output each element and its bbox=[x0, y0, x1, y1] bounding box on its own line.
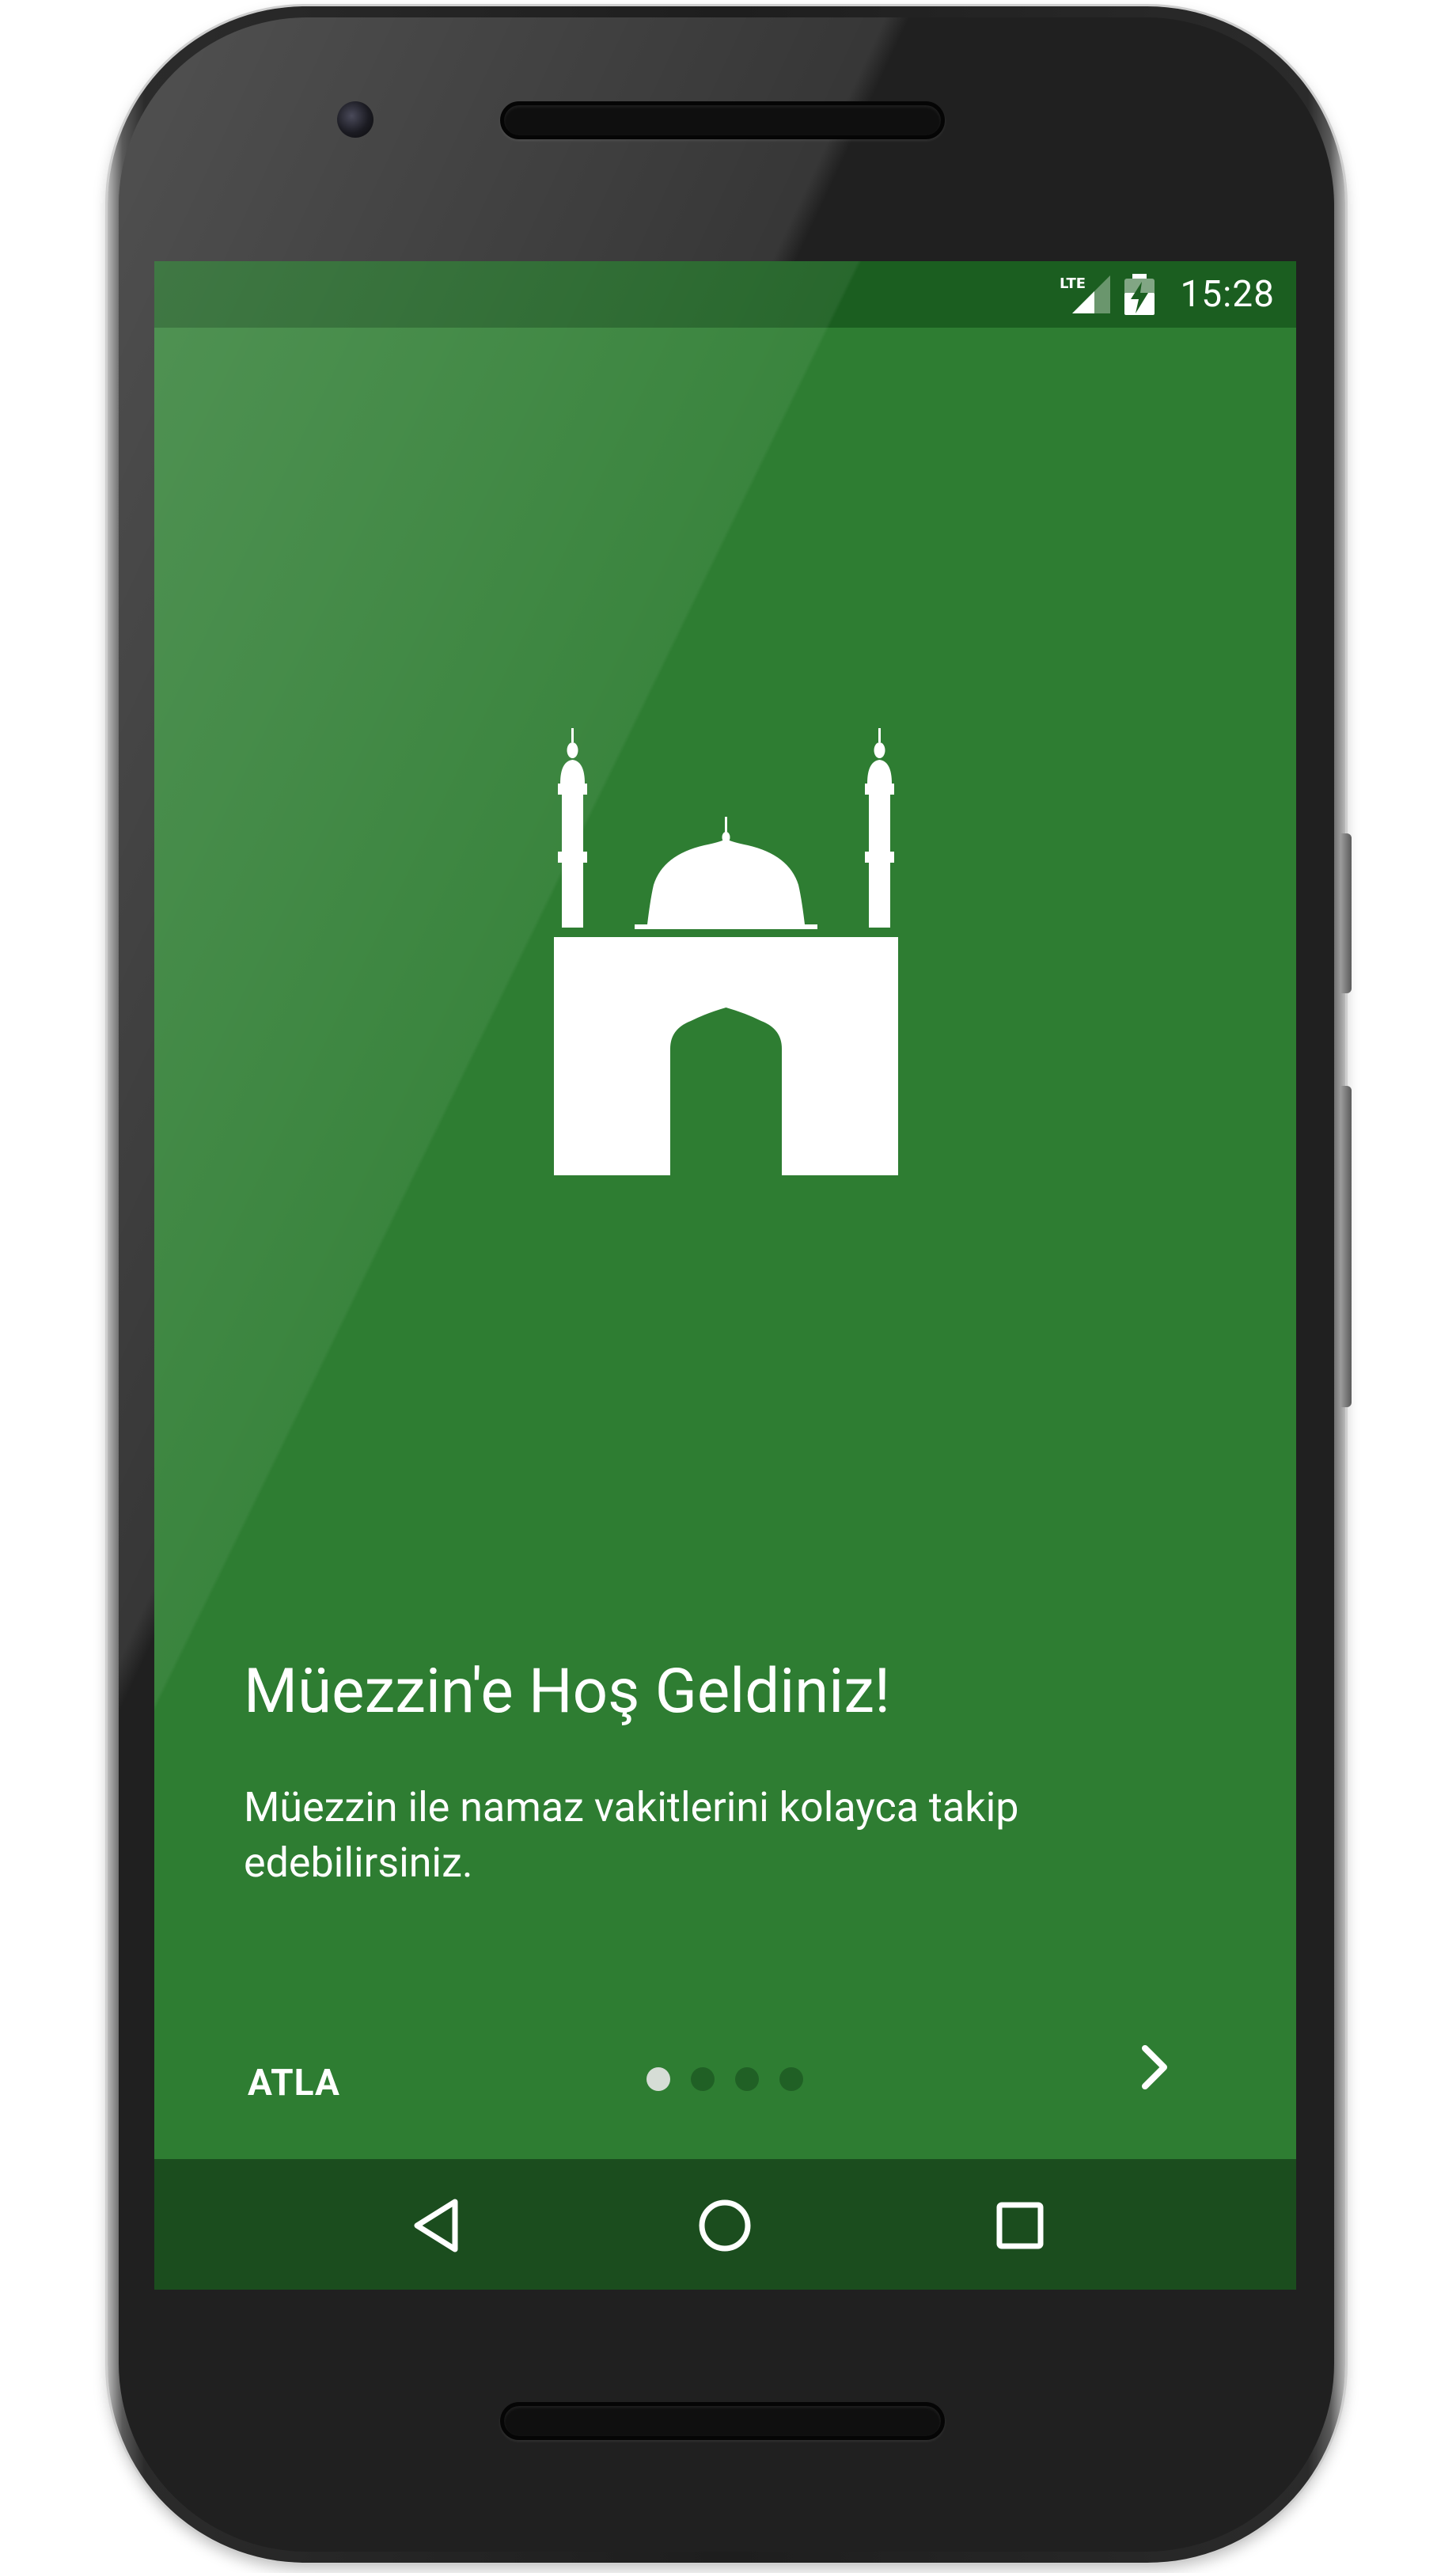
status-bar: LTE 15:28 bbox=[154, 261, 1296, 328]
chevron-right-icon[interactable] bbox=[1120, 2032, 1189, 2102]
app-screen: LTE 15:28 Müezzin'e Hoş Geldiniz! Müezzi… bbox=[154, 261, 1296, 2290]
volume-button bbox=[1340, 1086, 1352, 1407]
mosque-icon bbox=[554, 728, 898, 1175]
top-speaker bbox=[500, 101, 945, 139]
svg-text:LTE: LTE bbox=[1060, 275, 1086, 292]
page-dot-1[interactable] bbox=[646, 2067, 670, 2091]
page-indicator bbox=[646, 2067, 821, 2099]
back-icon[interactable] bbox=[398, 2186, 477, 2265]
welcome-title: Müezzin'e Hoş Geldiniz! bbox=[244, 1656, 891, 1728]
page-dot-3[interactable] bbox=[735, 2067, 759, 2091]
welcome-description: Müezzin ile namaz vakitlerini kolayca ta… bbox=[244, 1783, 1019, 1887]
power-button bbox=[1340, 833, 1352, 993]
page-dot-4[interactable] bbox=[779, 2067, 803, 2091]
device-mockup: LTE 15:28 Müezzin'e Hoş Geldiniz! Müezzi… bbox=[0, 0, 1456, 2573]
front-camera bbox=[337, 101, 373, 138]
home-icon[interactable] bbox=[685, 2186, 764, 2265]
skip-button[interactable]: ATLA bbox=[230, 2042, 358, 2124]
bottom-speaker bbox=[500, 2402, 945, 2440]
battery-charging-icon bbox=[1124, 274, 1155, 315]
lte-signal-icon: LTE bbox=[1060, 275, 1110, 313]
status-time: 15:28 bbox=[1180, 273, 1275, 316]
navigation-bar bbox=[154, 2159, 1296, 2290]
page-dot-2[interactable] bbox=[691, 2067, 715, 2091]
recent-apps-icon[interactable] bbox=[980, 2186, 1060, 2265]
